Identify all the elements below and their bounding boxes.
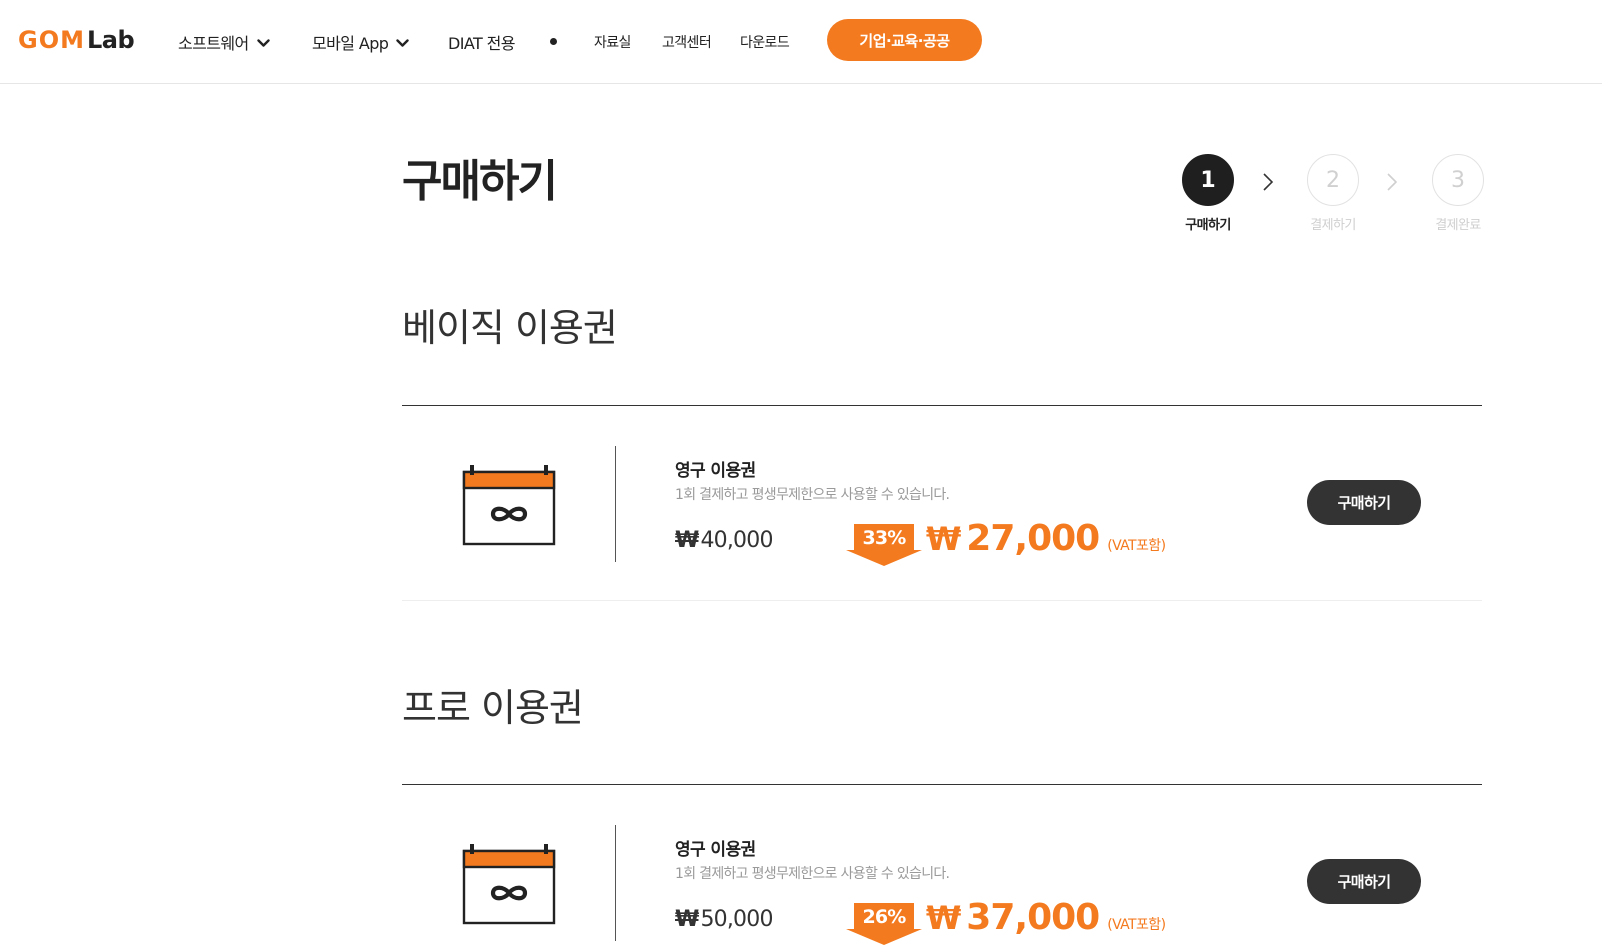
nav-support-label: 고객센터 — [662, 35, 712, 51]
buy-button[interactable]: 구매하기 — [1307, 480, 1421, 525]
nav-separator-dot — [550, 38, 557, 45]
discount-badge: 26% — [846, 903, 922, 945]
discount-percent: 26% — [862, 906, 906, 928]
buy-button[interactable]: 구매하기 — [1307, 859, 1421, 904]
section-title-pro: 프로 이용권 — [402, 686, 584, 730]
discount-badge: 33% — [846, 524, 922, 566]
business-education-public-button[interactable]: 기업·교육·공공 — [827, 19, 982, 61]
sale-price: ₩27,000 (VAT포함) — [926, 518, 1166, 559]
product-description: 1회 결제하고 평생무제한으로 사용할 수 있습니다. — [675, 866, 950, 882]
vat-note: (VAT포함) — [1107, 917, 1166, 933]
step-1-number: 1 — [1182, 154, 1234, 206]
currency-symbol: ₩ — [926, 520, 961, 558]
chevron-down-icon — [256, 38, 270, 47]
nav-download[interactable]: 다운로드 — [740, 0, 790, 84]
discount-percent: 33% — [862, 527, 906, 549]
original-price-value: 40,000 — [700, 528, 773, 553]
chevron-right-icon — [1387, 173, 1398, 191]
nav-mobile-app[interactable]: 모바일 App — [312, 0, 410, 84]
page-title: 구매하기 — [402, 156, 558, 207]
product-card-pro: 영구 이용권 1회 결제하고 평생무제한으로 사용할 수 있습니다. ₩50,0… — [402, 825, 1482, 945]
step-1: 1 구매하기 — [1178, 154, 1238, 233]
original-price-value: 50,000 — [700, 907, 773, 932]
nav-software[interactable]: 소프트웨어 — [178, 0, 270, 84]
product-description: 1회 결제하고 평생무제한으로 사용할 수 있습니다. — [675, 487, 950, 503]
step-3-number: 3 — [1432, 154, 1484, 206]
step-3: 3 결제완료 — [1428, 154, 1488, 233]
chevron-right-icon — [1263, 173, 1274, 191]
product-name: 영구 이용권 — [675, 840, 756, 860]
original-price: ₩40,000 — [675, 528, 773, 553]
nav-diat[interactable]: DIAT 전용 — [448, 0, 515, 84]
nav-archive[interactable]: 자료실 — [594, 0, 631, 84]
vertical-separator — [615, 825, 616, 941]
section-divider — [402, 784, 1482, 785]
calendar-infinity-icon — [462, 844, 556, 925]
nav-mobile-app-label: 모바일 App — [312, 34, 389, 53]
nav-software-label: 소프트웨어 — [178, 34, 249, 53]
vat-note: (VAT포함) — [1107, 538, 1166, 554]
vertical-separator — [615, 446, 616, 562]
product-name: 영구 이용권 — [675, 461, 756, 481]
main-nav: 소프트웨어 모바일 App DIAT 전용 자료실 고객센터 다운로드 — [0, 0, 1602, 84]
nav-diat-label: DIAT 전용 — [448, 34, 515, 53]
section-title-basic: 베이직 이용권 — [402, 306, 618, 350]
product-divider — [402, 600, 1482, 601]
sale-price-value: 37,000 — [966, 897, 1100, 938]
nav-archive-label: 자료실 — [594, 35, 631, 51]
product-card-basic: 영구 이용권 1회 결제하고 평생무제한으로 사용할 수 있습니다. ₩40,0… — [402, 446, 1482, 636]
step-1-label: 구매하기 — [1185, 218, 1231, 233]
site-header: GOM Lab 소프트웨어 모바일 App DIAT 전용 자료실 고객센터 다운… — [0, 0, 1602, 84]
nav-download-label: 다운로드 — [740, 35, 790, 51]
nav-support[interactable]: 고객센터 — [662, 0, 712, 84]
currency-symbol: ₩ — [675, 528, 699, 553]
currency-symbol: ₩ — [675, 907, 699, 932]
step-2-number: 2 — [1307, 154, 1359, 206]
step-3-label: 결제완료 — [1435, 218, 1481, 233]
step-2-label: 결제하기 — [1310, 218, 1356, 233]
sale-price-value: 27,000 — [966, 518, 1100, 559]
chevron-down-icon — [396, 38, 410, 47]
sale-price: ₩37,000 (VAT포함) — [926, 897, 1166, 938]
step-2: 2 결제하기 — [1303, 154, 1363, 233]
calendar-infinity-icon — [462, 465, 556, 546]
original-price: ₩50,000 — [675, 907, 773, 932]
currency-symbol: ₩ — [926, 899, 961, 937]
section-divider — [402, 405, 1482, 406]
